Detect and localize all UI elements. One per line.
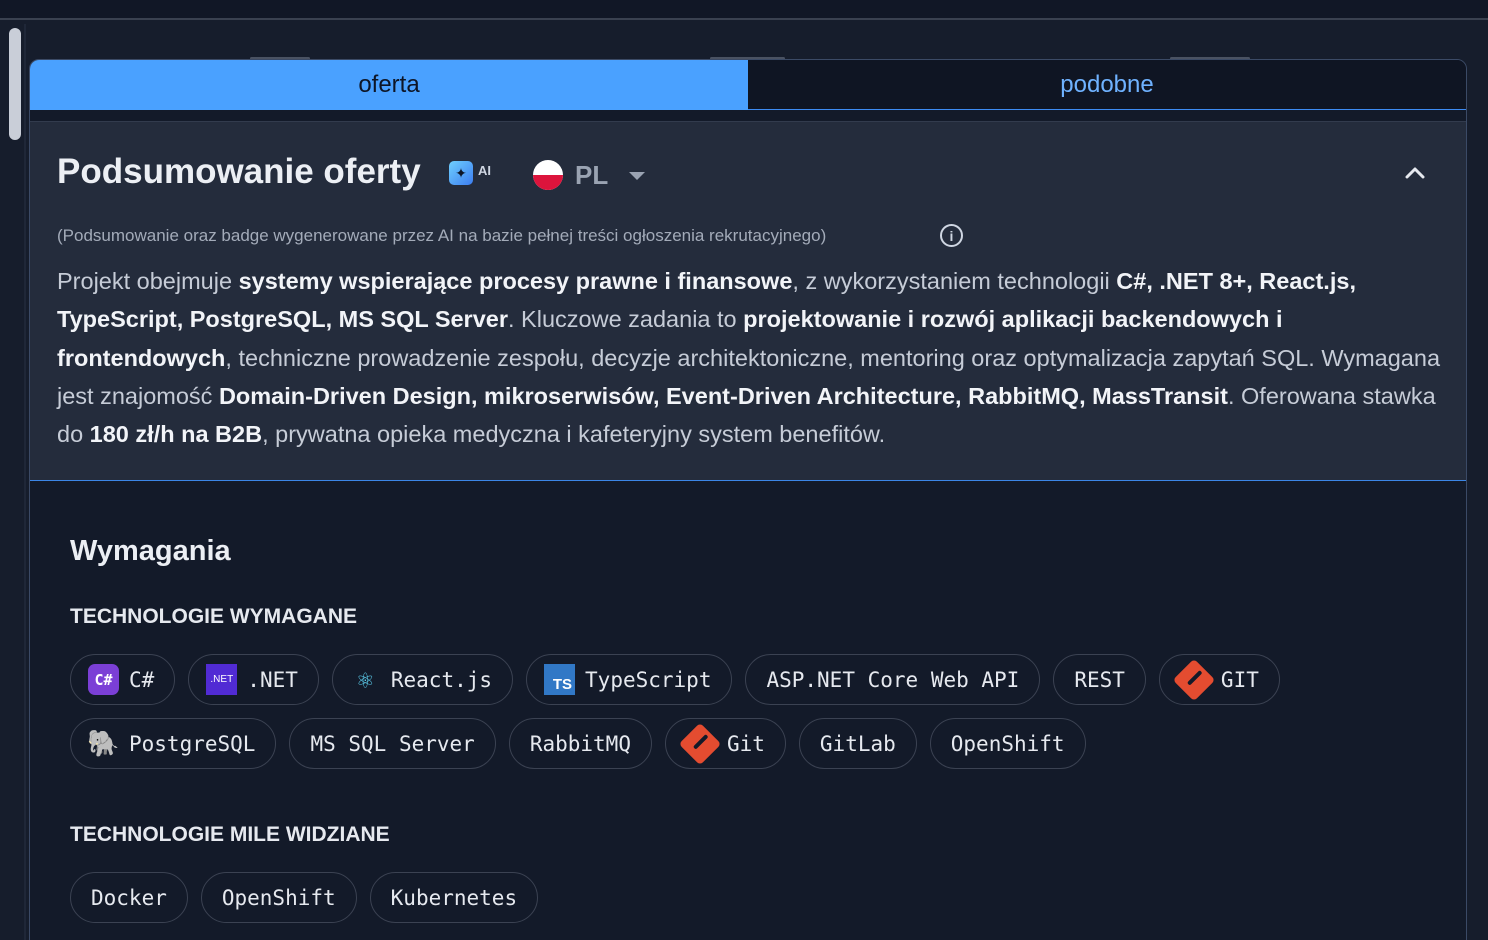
tech-chip-label: Docker (91, 885, 167, 910)
chevron-down-icon[interactable] (629, 172, 645, 180)
tech-chip-kubernetes[interactable]: Kubernetes (369, 872, 539, 923)
requirements-title: Wymagania (70, 535, 231, 567)
language-selector[interactable]: PL (575, 160, 608, 191)
tech-chip-openshift[interactable]: OpenShift (929, 718, 1086, 769)
tech-chip-label: React.js (390, 667, 493, 692)
tab-podobne[interactable]: podobne (748, 60, 1466, 110)
tech-chip-label: MS SQL Server (310, 731, 475, 756)
git-icon (678, 722, 722, 765)
tab-bar: oferta podobne (30, 60, 1466, 110)
summary-highlight: 180 zł/h na B2B (89, 421, 263, 448)
ai-sparkle-icon: ✦ (449, 161, 473, 185)
summary-text: . Kluczowe zadania to (508, 306, 744, 333)
nice-technologies-title: TECHNOLOGIE MILE WIDZIANE (70, 823, 390, 846)
scroll-track (24, 24, 26, 940)
tech-chip-label: GIT (1220, 667, 1259, 692)
tech-chip-openshift[interactable]: OpenShift (200, 872, 357, 923)
tab-oferta[interactable]: oferta (30, 60, 748, 110)
chevron-up-icon[interactable] (1404, 162, 1426, 184)
tech-chip-label: Kubernetes (390, 885, 518, 910)
tech-chip-label: PostgreSQL (129, 731, 256, 756)
offer-summary: Podsumowanie oferty ✦ AI PL (Podsumowani… (30, 121, 1466, 481)
tech-chip-net[interactable]: .NET .NET (188, 654, 319, 705)
tech-chip-label: GitLab (819, 731, 896, 756)
tech-chip-label: C# (129, 667, 155, 692)
tech-chip-label: OpenShift (221, 885, 336, 910)
summary-paragraph: Projekt obejmuje systemy wspierające pro… (57, 262, 1442, 453)
summary-text: , prywatna opieka medyczna i kafeteryjny… (262, 421, 886, 448)
info-icon[interactable]: i (940, 224, 963, 247)
tech-chip-gitlab[interactable]: GitLab (798, 718, 917, 769)
ai-disclaimer: (Podsumowanie oraz badge wygenerowane pr… (57, 226, 827, 245)
tech-chip-docker[interactable]: Docker (70, 872, 188, 923)
summary-highlight: systemy wspierające procesy prawne i fin… (238, 268, 793, 294)
tech-chip-c[interactable]: C# C# (70, 654, 176, 705)
tech-chip-typescript[interactable]: TS TypeScript (526, 654, 733, 705)
tech-chip-ms-sql-server[interactable]: MS SQL Server (289, 718, 496, 769)
top-bar (0, 0, 1488, 20)
required-technologies-list: C# C# .NET .NET ⚛ React.js TS TypeScript ASP.NET… (70, 654, 1450, 769)
tech-chip-label: TypeScript (585, 667, 712, 692)
poland-flag-icon[interactable] (533, 160, 563, 190)
git-icon (1172, 658, 1216, 701)
tech-chip-postgresql[interactable]: 🐘 PostgreSQL (70, 718, 277, 769)
summary-highlight: Domain-Driven Design, mikroserwisów, Eve… (218, 382, 1228, 409)
summary-text: Projekt obejmuje (57, 268, 239, 294)
ai-label: AI (478, 163, 491, 178)
dotnet-icon: .NET (206, 664, 238, 695)
typescript-icon: TS (544, 664, 576, 695)
tech-chip-react-js[interactable]: ⚛ React.js (331, 654, 514, 705)
scrollbar-thumb[interactable] (9, 28, 21, 140)
offer-panel: oferta podobne Podsumowanie oferty ✦ AI … (29, 59, 1467, 940)
tech-chip-git[interactable]: Git (664, 718, 786, 769)
tech-chip-label: REST (1074, 667, 1125, 692)
nice-technologies-list: Docker OpenShift Kubernetes (70, 872, 1450, 923)
tech-chip-asp-net-core-web-api[interactable]: ASP.NET Core Web API (745, 654, 1041, 705)
react-icon: ⚛ (357, 664, 374, 695)
summary-title: Podsumowanie oferty (57, 152, 421, 191)
tech-chip-label: ASP.NET Core Web API (766, 667, 1020, 692)
tech-chip-label: OpenShift (950, 731, 1065, 756)
tech-chip-rest[interactable]: REST (1053, 654, 1146, 705)
tech-chip-git[interactable]: GIT (1158, 654, 1280, 705)
tech-chip-label: .NET (247, 667, 298, 692)
summary-text: , z wykorzystaniem technologii (792, 268, 1117, 294)
required-technologies-title: TECHNOLOGIE WYMAGANE (70, 605, 357, 628)
csharp-icon: C# (88, 664, 119, 695)
tech-chip-label: Git (726, 731, 765, 756)
postgresql-icon: 🐘 (87, 728, 120, 759)
tech-chip-rabbitmq[interactable]: RabbitMQ (508, 718, 652, 769)
tech-chip-label: RabbitMQ (529, 731, 631, 756)
